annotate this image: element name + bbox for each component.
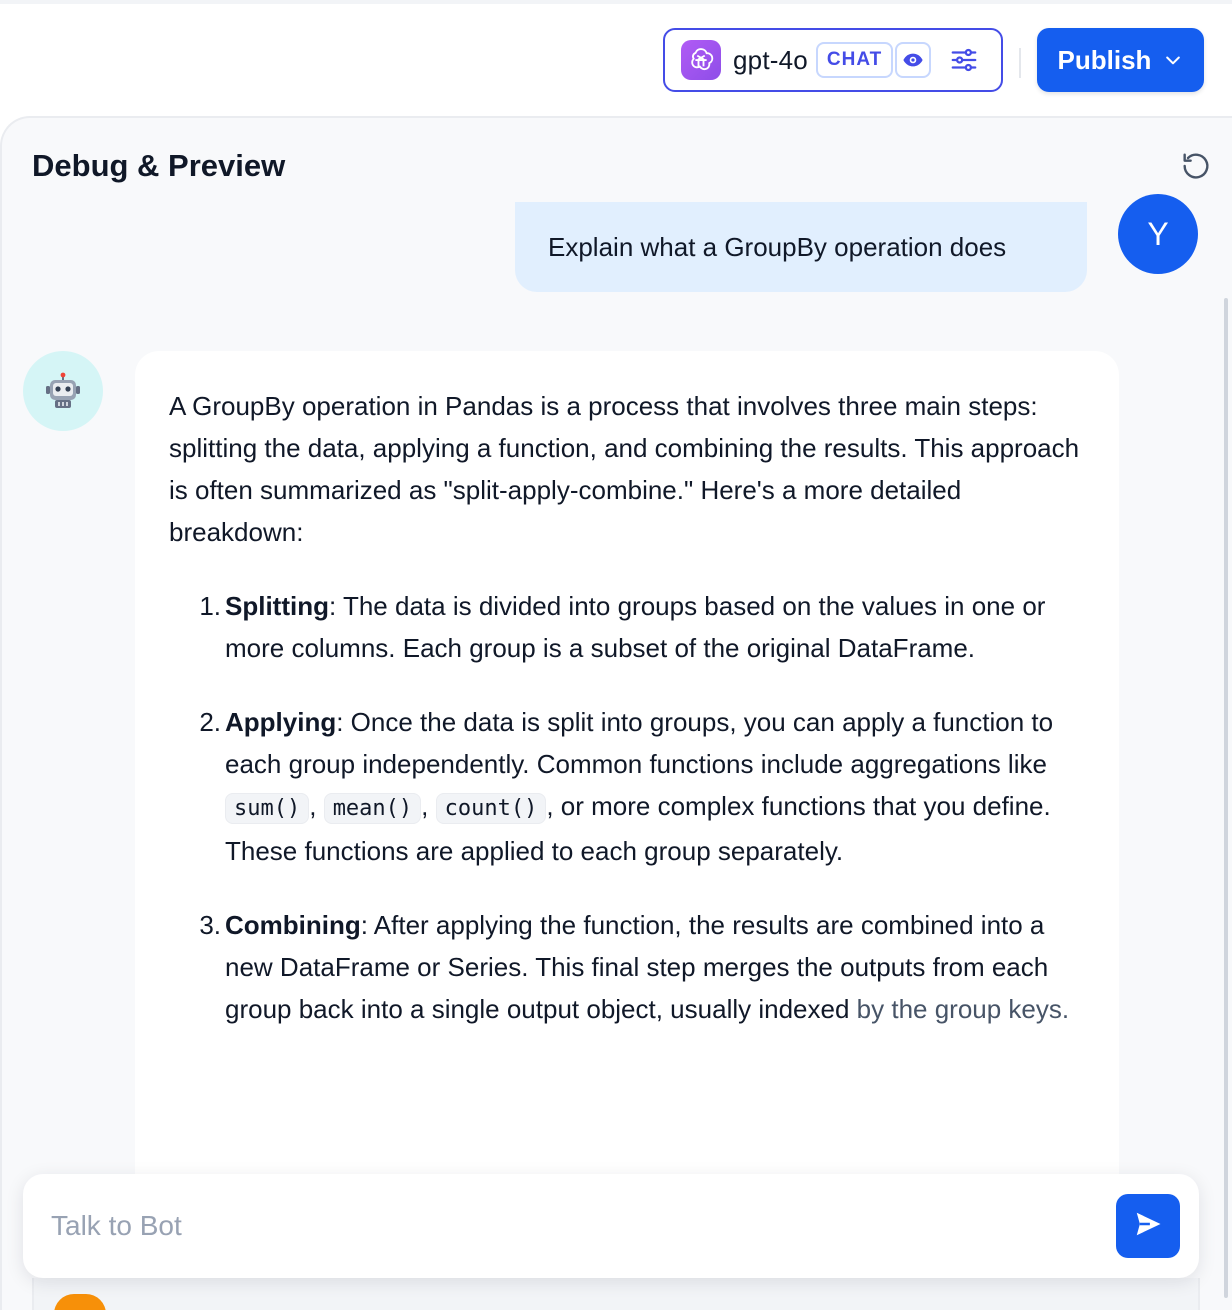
- list-number: 1.: [199, 591, 221, 621]
- list-term: Applying: [225, 707, 337, 737]
- vision-eye-icon: [895, 42, 932, 78]
- debug-preview-panel: Debug & Preview Explain what a GroupBy o…: [0, 116, 1232, 1310]
- publish-button[interactable]: Publish: [1037, 28, 1204, 92]
- list-term: Combining: [225, 910, 361, 940]
- chevron-down-icon: [1163, 50, 1183, 70]
- input-footer-strip: [32, 1278, 1200, 1310]
- list-text: : The data is divided into groups based …: [225, 591, 1046, 663]
- bot-steps-list: 1. Splitting: The data is divided into g…: [169, 585, 1085, 1030]
- list-item: 1. Splitting: The data is divided into g…: [169, 585, 1085, 669]
- inline-code: sum(): [225, 793, 310, 824]
- user-message-text: Explain what a GroupBy operation does: [548, 231, 1007, 262]
- list-term: Splitting: [225, 591, 329, 621]
- model-mode-badge: CHAT: [815, 42, 894, 78]
- inline-code: count(): [435, 793, 547, 824]
- list-item: 3. Combining: After applying the functio…: [169, 904, 1085, 1030]
- bot-intro-paragraph: A GroupBy operation in Pandas is a proce…: [169, 391, 1080, 547]
- send-button[interactable]: [1116, 1194, 1180, 1258]
- list-item: 2. Applying: Once the data is split into…: [169, 701, 1085, 872]
- inline-code: mean(): [323, 793, 422, 824]
- model-name: gpt-4o: [733, 44, 808, 75]
- list-number: 3.: [199, 910, 221, 940]
- send-arrow-icon: [1133, 1209, 1163, 1244]
- list-text: : Once the data is split into groups, yo…: [225, 707, 1054, 779]
- header-divider: [1019, 48, 1021, 78]
- bot-message-bubble: A GroupBy operation in Pandas is a proce…: [135, 351, 1119, 1251]
- chat-input[interactable]: [51, 1204, 1091, 1248]
- model-selector[interactable]: gpt-4o CHAT: [663, 28, 1003, 92]
- panel-title: Debug & Preview: [32, 148, 286, 183]
- chat-scrollbar[interactable]: [1224, 298, 1228, 1298]
- user-message-bubble: Explain what a GroupBy operation does: [515, 202, 1087, 292]
- user-avatar: Y: [1118, 194, 1198, 274]
- restart-conversation-icon[interactable]: [1178, 148, 1214, 184]
- chat-input-box: [23, 1174, 1199, 1278]
- list-separator: ,: [309, 791, 324, 821]
- model-settings-sliders-icon[interactable]: [947, 43, 981, 77]
- list-text-faded: by the group keys.: [856, 994, 1070, 1024]
- publish-label: Publish: [1057, 44, 1152, 75]
- bot-robot-avatar-icon: [23, 351, 103, 431]
- app-header: gpt-4o CHAT Publish: [0, 4, 1232, 116]
- openai-logo-icon: [681, 40, 721, 80]
- list-number: 2.: [199, 707, 221, 737]
- list-separator: ,: [421, 791, 436, 821]
- user-avatar-letter: Y: [1147, 215, 1169, 252]
